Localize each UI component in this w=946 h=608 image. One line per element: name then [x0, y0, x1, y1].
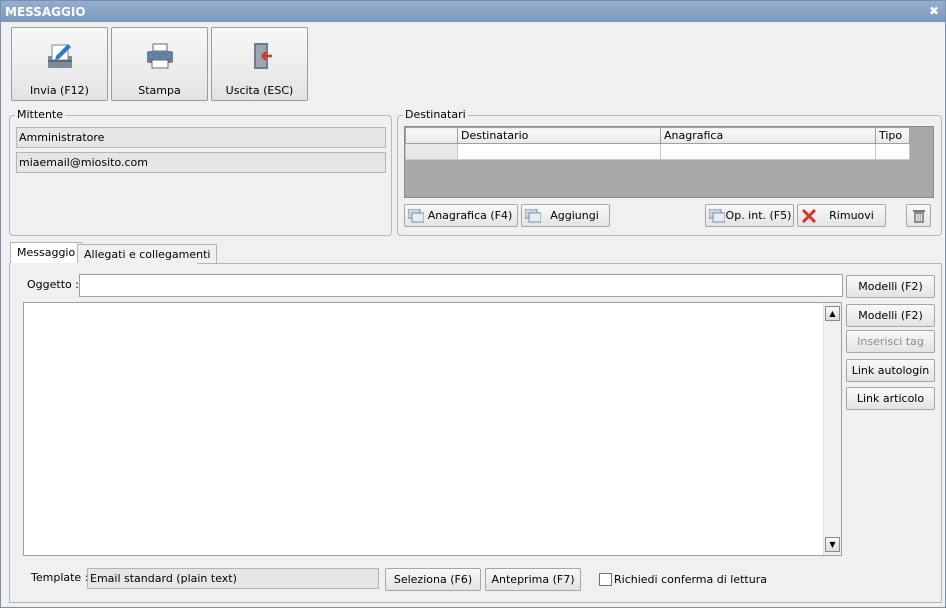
- article-link-button[interactable]: Link articolo: [846, 387, 935, 410]
- title-bar: MESSAGGIO ✖: [1, 1, 945, 22]
- subject-input[interactable]: [79, 274, 843, 297]
- select-template-button-label: Seleziona (F6): [393, 573, 473, 586]
- table-row[interactable]: [405, 143, 910, 160]
- send-button[interactable]: Invia (F12): [11, 27, 108, 101]
- row-header-cell: [405, 143, 458, 160]
- body-scrollbar[interactable]: ▲ ▼: [823, 303, 841, 555]
- preview-button[interactable]: Anteprima (F7): [485, 568, 581, 591]
- autologin-link-button[interactable]: Link autologin: [846, 359, 935, 382]
- anagrafica-button-label: Anagrafica (F4): [427, 209, 513, 222]
- address-card-icon: [408, 209, 424, 223]
- subject-label: Oggetto :: [27, 278, 79, 291]
- table-cell-tipo[interactable]: [875, 143, 910, 160]
- column-header-tipo[interactable]: Tipo: [875, 127, 910, 144]
- sender-email-field: miaemail@miosito.com: [16, 152, 386, 173]
- exit-icon: [254, 43, 272, 69]
- scroll-down-icon[interactable]: ▼: [825, 537, 840, 552]
- recipients-grid[interactable]: Destinatario Anagrafica Tipo: [404, 126, 934, 198]
- tab-messaggio[interactable]: Messaggio: [10, 242, 83, 264]
- grid-corner-header: [405, 127, 458, 144]
- column-header-anagrafica[interactable]: Anagrafica: [660, 127, 876, 144]
- sender-group-title: Mittente: [15, 108, 65, 121]
- op-int-button[interactable]: Op. int. (F5): [705, 204, 794, 227]
- table-cell-anagrafica[interactable]: [660, 143, 876, 160]
- send-icon: [48, 44, 72, 68]
- insert-tag-button[interactable]: Inserisci tag: [846, 330, 935, 353]
- sender-name-field: Amministratore: [16, 127, 386, 148]
- window-title: MESSAGGIO: [5, 5, 86, 19]
- exit-button[interactable]: Uscita (ESC): [211, 27, 308, 101]
- recipients-header-row: Destinatario Anagrafica Tipo: [405, 127, 910, 144]
- remove-recipient-button[interactable]: Rimuovi: [797, 204, 886, 227]
- tab-allegati-label: Allegati e collegamenti: [84, 248, 211, 261]
- template-field: Email standard (plain text): [87, 568, 379, 589]
- trash-icon: [913, 210, 925, 223]
- message-window: MESSAGGIO ✖ Invia (F12) Stampa Uscita (E…: [0, 0, 946, 608]
- op-int-button-label: Op. int. (F5): [725, 209, 792, 222]
- tab-allegati[interactable]: Allegati e collegamenti: [77, 244, 218, 264]
- recipients-table: Destinatario Anagrafica Tipo: [405, 127, 910, 160]
- read-receipt-label[interactable]: Richiedi conferma di lettura: [614, 573, 767, 586]
- add-recipient-button[interactable]: Aggiungi: [521, 204, 610, 227]
- exit-button-label: Uscita (ESC): [225, 84, 294, 97]
- recipients-group-title: Destinatari: [403, 108, 468, 121]
- read-receipt-checkbox[interactable]: [599, 573, 612, 586]
- subject-models-button-label: Modelli (F2): [858, 280, 923, 293]
- print-button-label: Stampa: [138, 84, 181, 97]
- address-card-icon: [525, 209, 541, 223]
- anagrafica-button[interactable]: Anagrafica (F4): [404, 204, 518, 227]
- column-header-destinatario[interactable]: Destinatario: [457, 127, 661, 144]
- subject-models-button[interactable]: Modelli (F2): [846, 275, 935, 298]
- tab-messaggio-label: Messaggio: [17, 246, 76, 259]
- red-x-icon: [801, 209, 817, 223]
- article-link-button-label: Link articolo: [856, 392, 925, 405]
- send-button-label: Invia (F12): [30, 84, 89, 97]
- message-body-textarea[interactable]: ▲ ▼: [23, 302, 842, 556]
- close-icon[interactable]: ✖: [929, 4, 939, 18]
- table-cell-destinatario[interactable]: [457, 143, 661, 160]
- printer-icon: [147, 43, 173, 69]
- insert-tag-button-label: Inserisci tag: [857, 335, 924, 348]
- autologin-link-button-label: Link autologin: [851, 364, 930, 377]
- print-button[interactable]: Stampa: [111, 27, 208, 101]
- add-recipient-button-label: Aggiungi: [550, 209, 599, 222]
- template-label: Template :: [31, 571, 89, 584]
- body-models-button[interactable]: Modelli (F2): [846, 304, 935, 327]
- delete-all-button[interactable]: [906, 204, 931, 227]
- remove-recipient-button-label: Rimuovi: [829, 209, 874, 222]
- body-models-button-label: Modelli (F2): [858, 309, 923, 322]
- preview-button-label: Anteprima (F7): [491, 573, 575, 586]
- select-template-button[interactable]: Seleziona (F6): [385, 568, 481, 591]
- address-card-icon: [709, 209, 725, 223]
- tab-strip-line: [197, 263, 942, 264]
- scroll-up-icon[interactable]: ▲: [825, 306, 840, 321]
